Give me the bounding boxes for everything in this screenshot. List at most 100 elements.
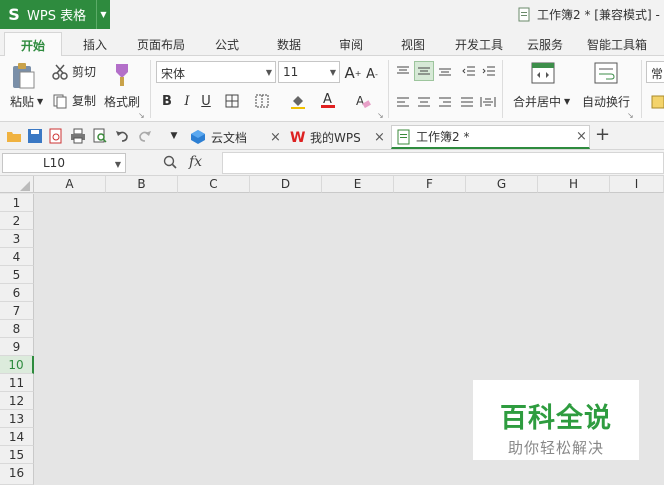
copy-label: 复制 xyxy=(72,94,97,108)
tab-data[interactable]: 数据 xyxy=(277,36,301,56)
column-header[interactable]: A xyxy=(34,176,106,193)
cut-label: 剪切 xyxy=(72,65,97,79)
close-icon[interactable]: × xyxy=(270,130,281,145)
wrap-text-icon[interactable] xyxy=(594,62,618,84)
insert-function-icon[interactable]: fx xyxy=(189,154,202,170)
name-box-value: L10 xyxy=(43,156,65,170)
decrease-font-icon[interactable]: A- xyxy=(362,64,382,84)
tab-review[interactable]: 审阅 xyxy=(339,36,363,56)
wrap-text-button[interactable]: 自动换行 xyxy=(582,93,630,110)
formula-input[interactable] xyxy=(222,152,664,174)
clear-format-icon[interactable]: A xyxy=(353,91,373,111)
increase-font-icon[interactable]: A + xyxy=(343,63,363,83)
font-size-select[interactable]: 11 ▼ xyxy=(278,61,340,83)
underline-icon[interactable]: U xyxy=(196,91,216,111)
row-header[interactable]: 15 xyxy=(0,446,34,464)
column-header[interactable]: H xyxy=(538,176,610,193)
justify-icon[interactable] xyxy=(457,92,477,112)
row-header[interactable]: 5 xyxy=(0,266,34,284)
paste-icon[interactable] xyxy=(10,62,36,90)
tab-home[interactable]: 开始 xyxy=(4,32,62,57)
row-header[interactable]: 12 xyxy=(0,392,34,410)
tab-view[interactable]: 视图 xyxy=(401,36,425,56)
redo-icon[interactable] xyxy=(137,128,153,144)
dialog-launcher-icon[interactable]: ↘ xyxy=(138,111,145,120)
print-icon[interactable] xyxy=(70,128,86,144)
column-header[interactable]: B xyxy=(106,176,178,193)
font-color-icon[interactable]: A xyxy=(318,90,338,110)
row-header[interactable]: 6 xyxy=(0,284,34,302)
bold-icon[interactable]: B xyxy=(157,91,177,111)
doc-tab-my-wps[interactable]: W 我的WPS × xyxy=(290,125,388,149)
dialog-launcher-icon[interactable]: ↘ xyxy=(377,111,384,120)
document-icon xyxy=(518,7,531,22)
window-title: 工作簿2 * [兼容模式] - xyxy=(518,6,660,23)
row-header[interactable]: 9 xyxy=(0,338,34,356)
distributed-align-icon[interactable] xyxy=(478,92,498,112)
export-pdf-icon[interactable] xyxy=(48,128,64,144)
paste-button[interactable]: 粘贴 ▼ xyxy=(10,93,43,110)
merge-center-icon[interactable] xyxy=(531,62,555,84)
column-header[interactable]: C xyxy=(178,176,250,193)
open-folder-icon[interactable] xyxy=(6,128,22,144)
tab-formulas[interactable]: 公式 xyxy=(215,36,239,56)
row-header-active[interactable]: 10 xyxy=(0,356,34,374)
conditional-format-icon[interactable] xyxy=(648,92,664,112)
undo-icon[interactable] xyxy=(114,128,130,144)
column-header[interactable]: F xyxy=(394,176,466,193)
row-header[interactable]: 2 xyxy=(0,212,34,230)
column-header[interactable]: G xyxy=(466,176,538,193)
tab-insert[interactable]: 插入 xyxy=(83,36,107,56)
customize-toolbar-icon[interactable]: ▼ xyxy=(166,128,182,144)
row-header[interactable]: 7 xyxy=(0,302,34,320)
cell-border-style-icon[interactable] xyxy=(252,91,272,111)
align-right-icon[interactable] xyxy=(435,92,455,112)
name-box[interactable]: L10 ▼ xyxy=(2,153,126,173)
decrease-indent-icon[interactable] xyxy=(459,61,479,81)
doc-tab-cloud[interactable]: 云文档 × xyxy=(190,125,284,149)
borders-icon[interactable] xyxy=(222,91,242,111)
merge-center-button[interactable]: 合并居中 ▼ xyxy=(513,93,570,110)
align-left-icon[interactable] xyxy=(393,92,413,112)
format-painter-button[interactable]: 格式刷 xyxy=(104,93,140,110)
row-header[interactable]: 16 xyxy=(0,464,34,485)
close-icon[interactable]: × xyxy=(374,130,385,145)
cut-button[interactable]: 剪切 xyxy=(52,63,96,80)
format-painter-icon[interactable] xyxy=(110,62,134,88)
row-header[interactable]: 1 xyxy=(0,194,34,212)
tab-cloud-service[interactable]: 云服务 xyxy=(527,36,563,56)
row-header[interactable]: 13 xyxy=(0,410,34,428)
row-header[interactable]: 14 xyxy=(0,428,34,446)
row-header[interactable]: 3 xyxy=(0,230,34,248)
align-bottom-icon[interactable] xyxy=(435,61,455,81)
scissors-icon xyxy=(52,64,68,80)
align-middle-icon[interactable] xyxy=(414,61,434,81)
new-tab-plus-icon[interactable]: + xyxy=(595,126,611,144)
tab-developer[interactable]: 开发工具 xyxy=(455,36,503,56)
column-header[interactable]: I xyxy=(610,176,664,193)
chevron-down-icon[interactable]: ▼ xyxy=(96,0,110,29)
app-menu-button[interactable]: S WPS 表格 ▼ xyxy=(0,0,110,29)
fill-color-icon[interactable] xyxy=(288,91,308,111)
row-header[interactable]: 11 xyxy=(0,374,34,392)
increase-indent-icon[interactable] xyxy=(479,61,499,81)
row-header[interactable]: 8 xyxy=(0,320,34,338)
font-name-select[interactable]: 宋体 ▼ xyxy=(156,61,276,83)
doc-tab-workbook2[interactable]: 工作簿2 * × xyxy=(391,125,590,149)
zoom-search-icon[interactable] xyxy=(163,155,178,173)
print-preview-icon[interactable] xyxy=(92,128,108,144)
select-all-corner[interactable] xyxy=(0,176,34,193)
column-header[interactable]: E xyxy=(322,176,394,193)
save-icon[interactable] xyxy=(27,128,43,144)
align-top-icon[interactable] xyxy=(393,61,413,81)
tab-page-layout[interactable]: 页面布局 xyxy=(137,36,185,56)
number-format-select[interactable]: 常 xyxy=(646,61,664,83)
column-header[interactable]: D xyxy=(250,176,322,193)
copy-button[interactable]: 复制 xyxy=(52,92,96,109)
tab-smart-toolbox[interactable]: 智能工具箱 xyxy=(587,36,647,56)
align-center-icon[interactable] xyxy=(414,92,434,112)
row-header[interactable]: 4 xyxy=(0,248,34,266)
italic-icon[interactable]: I xyxy=(177,91,197,111)
dialog-launcher-icon[interactable]: ↘ xyxy=(627,111,634,120)
close-icon[interactable]: × xyxy=(576,129,587,144)
